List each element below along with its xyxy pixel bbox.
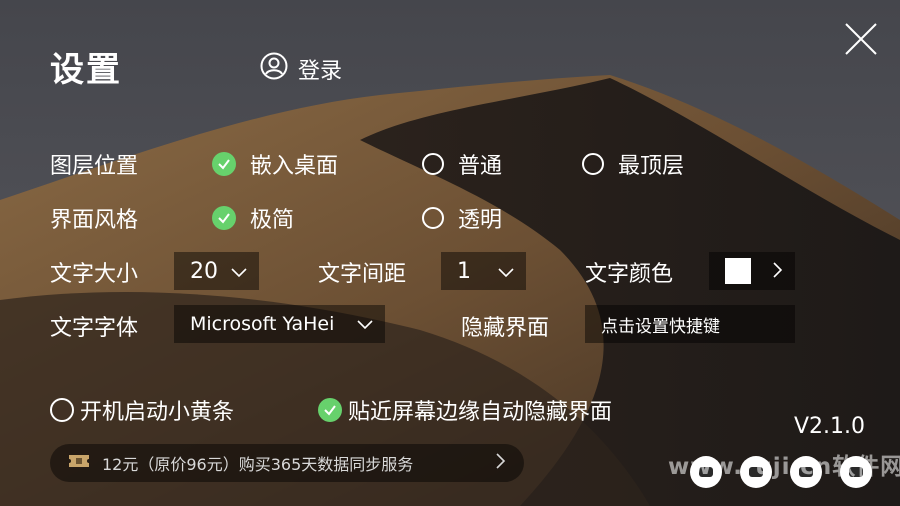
version-label: V2.1.0 <box>794 414 866 439</box>
hide-ui-label: 隐藏界面 <box>461 316 550 341</box>
login-button[interactable]: 登录 <box>260 52 342 86</box>
layer-topmost-option[interactable]: 最顶层 <box>582 148 684 180</box>
chevron-down-icon <box>357 313 373 335</box>
ui-style-label: 界面风格 <box>50 208 139 233</box>
text-font-value: Microsoft YaHei <box>190 313 335 335</box>
promo-text: 12元（原价96元）购买365天数据同步服务 <box>102 455 414 474</box>
option-label: 嵌入桌面 <box>250 154 339 179</box>
text-color-label: 文字颜色 <box>585 262 674 287</box>
text-size-label: 文字大小 <box>50 262 139 287</box>
autostart-label: 开机启动小黄条 <box>80 400 235 425</box>
chevron-down-icon <box>231 259 247 284</box>
text-font-dropdown[interactable]: Microsoft YaHei <box>174 305 385 343</box>
chevron-down-icon <box>498 259 514 284</box>
layer-normal-option[interactable]: 普通 <box>422 148 502 180</box>
text-font-label: 文字字体 <box>50 316 139 341</box>
text-size-dropdown[interactable]: 20 <box>174 252 259 290</box>
autostart-option[interactable]: 开机启动小黄条 <box>50 394 234 426</box>
text-spacing-value: 1 <box>457 258 471 284</box>
edge-hide-option[interactable]: 贴近屏幕边缘自动隐藏界面 <box>318 394 612 426</box>
close-icon[interactable] <box>844 22 878 56</box>
hotkey-placeholder: 点击设置快捷键 <box>601 316 720 337</box>
check-icon <box>318 398 342 422</box>
promo-banner[interactable]: 12元（原价96元）购买365天数据同步服务 <box>50 444 524 482</box>
radio-icon <box>50 398 74 422</box>
login-label: 登录 <box>298 59 343 84</box>
layer-position-label: 图层位置 <box>50 154 139 179</box>
ticket-icon <box>68 453 90 473</box>
option-label: 透明 <box>458 208 503 233</box>
hotkey-input[interactable]: 点击设置快捷键 <box>585 305 795 343</box>
chevron-right-icon <box>496 453 506 473</box>
text-color-picker[interactable] <box>709 252 795 290</box>
radio-icon <box>422 153 444 175</box>
check-icon <box>212 152 236 176</box>
style-transparent-option[interactable]: 透明 <box>422 202 502 234</box>
page-title: 设置 <box>50 50 122 90</box>
user-icon <box>260 52 288 86</box>
option-label: 极简 <box>250 208 295 233</box>
option-label: 普通 <box>458 154 503 179</box>
text-spacing-label: 文字间距 <box>318 262 407 287</box>
watermark: www.ruji.cn软件网 <box>668 454 900 480</box>
option-label: 最顶层 <box>618 154 685 179</box>
layer-embed-desktop-option[interactable]: 嵌入桌面 <box>212 148 338 180</box>
radio-icon <box>582 153 604 175</box>
check-icon <box>212 206 236 230</box>
edge-hide-label: 贴近屏幕边缘自动隐藏界面 <box>348 400 613 425</box>
text-spacing-dropdown[interactable]: 1 <box>441 252 526 290</box>
chevron-right-icon <box>773 259 783 284</box>
style-minimal-option[interactable]: 极简 <box>212 202 294 234</box>
color-swatch <box>725 258 751 284</box>
radio-icon <box>422 207 444 229</box>
text-size-value: 20 <box>190 258 218 284</box>
